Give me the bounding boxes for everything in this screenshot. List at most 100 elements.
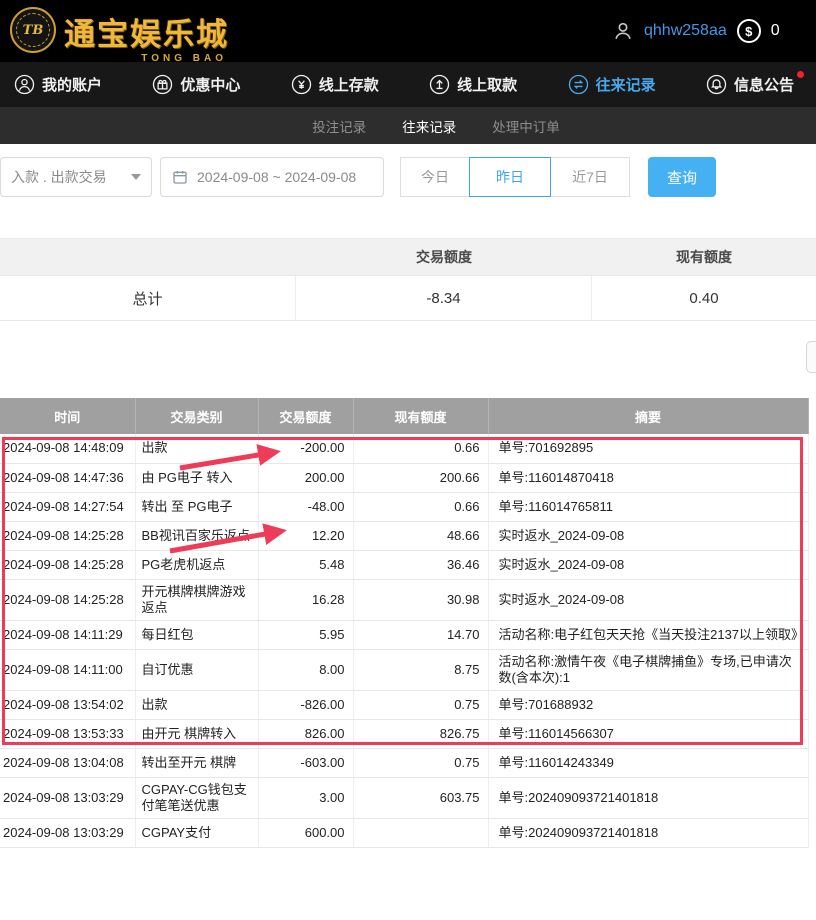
nav-label: 线上存款	[319, 74, 379, 95]
cell-type: CGPAY支付	[135, 818, 258, 847]
cell-balance: 200.66	[353, 463, 488, 492]
col-header-summary: 摘要	[488, 398, 808, 434]
nav-label: 优惠中心	[180, 74, 240, 95]
collapsed-side-button[interactable]	[806, 341, 816, 373]
chip-badge: TB	[16, 13, 50, 47]
account-icon	[14, 74, 35, 95]
casino-chip-icon: TB	[10, 7, 56, 53]
cell-balance: 0.75	[353, 748, 488, 777]
tab-betting-records[interactable]: 投注记录	[312, 116, 366, 136]
table-row: 2024-09-08 14:25:28 BB视讯百家乐返点 12.20 48.6…	[0, 521, 808, 550]
cell-type: CGPAY-CG钱包支付笔笔送优惠	[135, 777, 258, 818]
cell-type: 出款	[135, 690, 258, 719]
nav-item-my-account[interactable]: 我的账户	[14, 74, 102, 95]
cell-time: 2024-09-08 14:11:00	[0, 649, 135, 690]
cell-time: 2024-09-08 14:25:28	[0, 550, 135, 579]
cell-amount: 826.00	[258, 719, 353, 748]
cell-summary: 单号:701692895	[488, 434, 808, 463]
bell-icon	[706, 74, 727, 95]
table-row: 2024-09-08 14:27:54 转出 至 PG电子 -48.00 0.6…	[0, 492, 808, 521]
cell-amount: 12.20	[258, 521, 353, 550]
cell-amount: 8.00	[258, 649, 353, 690]
cell-type: 出款	[135, 434, 258, 463]
wallet-icon[interactable]: $	[737, 19, 761, 43]
cell-type: BB视讯百家乐返点	[135, 521, 258, 550]
quick-range-today[interactable]: 今日	[400, 157, 470, 197]
summary-header-balance: 现有额度	[592, 239, 816, 275]
tab-processing-orders[interactable]: 处理中订单	[492, 116, 560, 136]
summary-total-label: 总计	[0, 276, 296, 320]
nav-item-announcements[interactable]: 信息公告	[706, 74, 794, 95]
cell-time: 2024-09-08 13:04:08	[0, 748, 135, 777]
nav-label: 线上取款	[457, 74, 517, 95]
deposit-icon	[291, 74, 312, 95]
date-range-picker[interactable]: 2024-09-08 ~ 2024-09-08	[160, 157, 384, 197]
tab-transaction-records[interactable]: 往来记录	[402, 116, 456, 136]
nav-item-promotions[interactable]: 优惠中心	[152, 74, 240, 95]
cell-balance: 603.75	[353, 777, 488, 818]
quick-range-group: 今日 昨日 近7日	[400, 157, 630, 197]
cell-amount: 5.95	[258, 620, 353, 649]
table-row: 2024-09-08 14:25:28 开元棋牌棋牌游戏返点 16.28 30.…	[0, 579, 808, 620]
cell-summary: 单号:116014566307	[488, 719, 808, 748]
nav-item-withdraw[interactable]: 线上取款	[429, 74, 517, 95]
logo-title: 通宝娱乐城	[64, 9, 229, 54]
cell-summary: 单号:116014870418	[488, 463, 808, 492]
cell-type: 由 PG电子 转入	[135, 463, 258, 492]
cell-balance: 826.75	[353, 719, 488, 748]
cell-time: 2024-09-08 14:11:29	[0, 620, 135, 649]
quick-range-last7days[interactable]: 近7日	[550, 157, 630, 197]
cell-balance: 0.75	[353, 690, 488, 719]
cell-balance: 48.66	[353, 521, 488, 550]
table-row: 2024-09-08 14:25:28 PG老虎机返点 5.48 36.46 实…	[0, 550, 808, 579]
col-header-time: 时间	[0, 398, 135, 434]
cell-time: 2024-09-08 13:03:29	[0, 777, 135, 818]
nav-label: 信息公告	[734, 74, 794, 95]
gift-icon	[152, 74, 173, 95]
transaction-type-value: 入款 . 出款交易	[11, 167, 107, 187]
site-logo[interactable]: TB 通宝娱乐城 TONG BAO	[10, 7, 229, 54]
nav-item-deposit[interactable]: 线上存款	[291, 74, 379, 95]
search-button[interactable]: 查询	[648, 157, 716, 197]
col-header-type: 交易类别	[135, 398, 258, 434]
nav-item-transaction-records[interactable]: 往来记录	[568, 74, 656, 95]
cell-summary: 实时返水_2024-09-08	[488, 550, 808, 579]
sub-nav: 投注记录 往来记录 处理中订单	[0, 107, 816, 144]
cell-time: 2024-09-08 13:54:02	[0, 690, 135, 719]
cell-amount: -826.00	[258, 690, 353, 719]
account-area: qhhw258aa $ 0	[612, 0, 816, 62]
cell-balance: 0.66	[353, 492, 488, 521]
cell-balance: 30.98	[353, 579, 488, 620]
table-row: 2024-09-08 14:48:09 出款 -200.00 0.66 单号:7…	[0, 434, 808, 463]
nav-label: 往来记录	[596, 74, 656, 95]
summary-header-empty	[0, 239, 296, 275]
cell-summary: 单号:116014243349	[488, 748, 808, 777]
table-row: 2024-09-08 13:54:02 出款 -826.00 0.75 单号:7…	[0, 690, 808, 719]
col-header-amount: 交易额度	[258, 398, 353, 434]
transactions-body: 2024-09-08 14:48:09 出款 -200.00 0.66 单号:7…	[0, 434, 808, 847]
username-link[interactable]: qhhw258aa	[644, 22, 727, 40]
cell-type: 转出至开元 棋牌	[135, 748, 258, 777]
transaction-type-select[interactable]: 入款 . 出款交易	[0, 157, 152, 197]
user-avatar-icon	[612, 20, 634, 42]
transfer-records-icon	[568, 74, 589, 95]
quick-range-yesterday[interactable]: 昨日	[469, 157, 551, 197]
table-row: 2024-09-08 13:53:33 由开元 棋牌转入 826.00 826.…	[0, 719, 808, 748]
cell-amount: -48.00	[258, 492, 353, 521]
cell-summary: 单号:701688932	[488, 690, 808, 719]
cell-balance	[353, 818, 488, 847]
cell-time: 2024-09-08 14:25:28	[0, 521, 135, 550]
date-range-value: 2024-09-08 ~ 2024-09-08	[197, 169, 356, 185]
cell-time: 2024-09-08 13:03:29	[0, 818, 135, 847]
summary-total-row: 总计 -8.34 0.40	[0, 276, 816, 321]
table-row: 2024-09-08 13:04:08 转出至开元 棋牌 -603.00 0.7…	[0, 748, 808, 777]
col-header-balance: 现有额度	[353, 398, 488, 434]
cell-amount: 16.28	[258, 579, 353, 620]
transactions-table: 时间 交易类别 交易额度 现有额度 摘要 2024-09-08 14:48:09…	[0, 398, 809, 848]
summary-header-row: 交易额度 现有额度	[0, 238, 816, 276]
cell-balance: 36.46	[353, 550, 488, 579]
cell-summary: 实时返水_2024-09-08	[488, 579, 808, 620]
cell-amount: -603.00	[258, 748, 353, 777]
cell-amount: 200.00	[258, 463, 353, 492]
wallet-balance: 0	[771, 22, 780, 40]
